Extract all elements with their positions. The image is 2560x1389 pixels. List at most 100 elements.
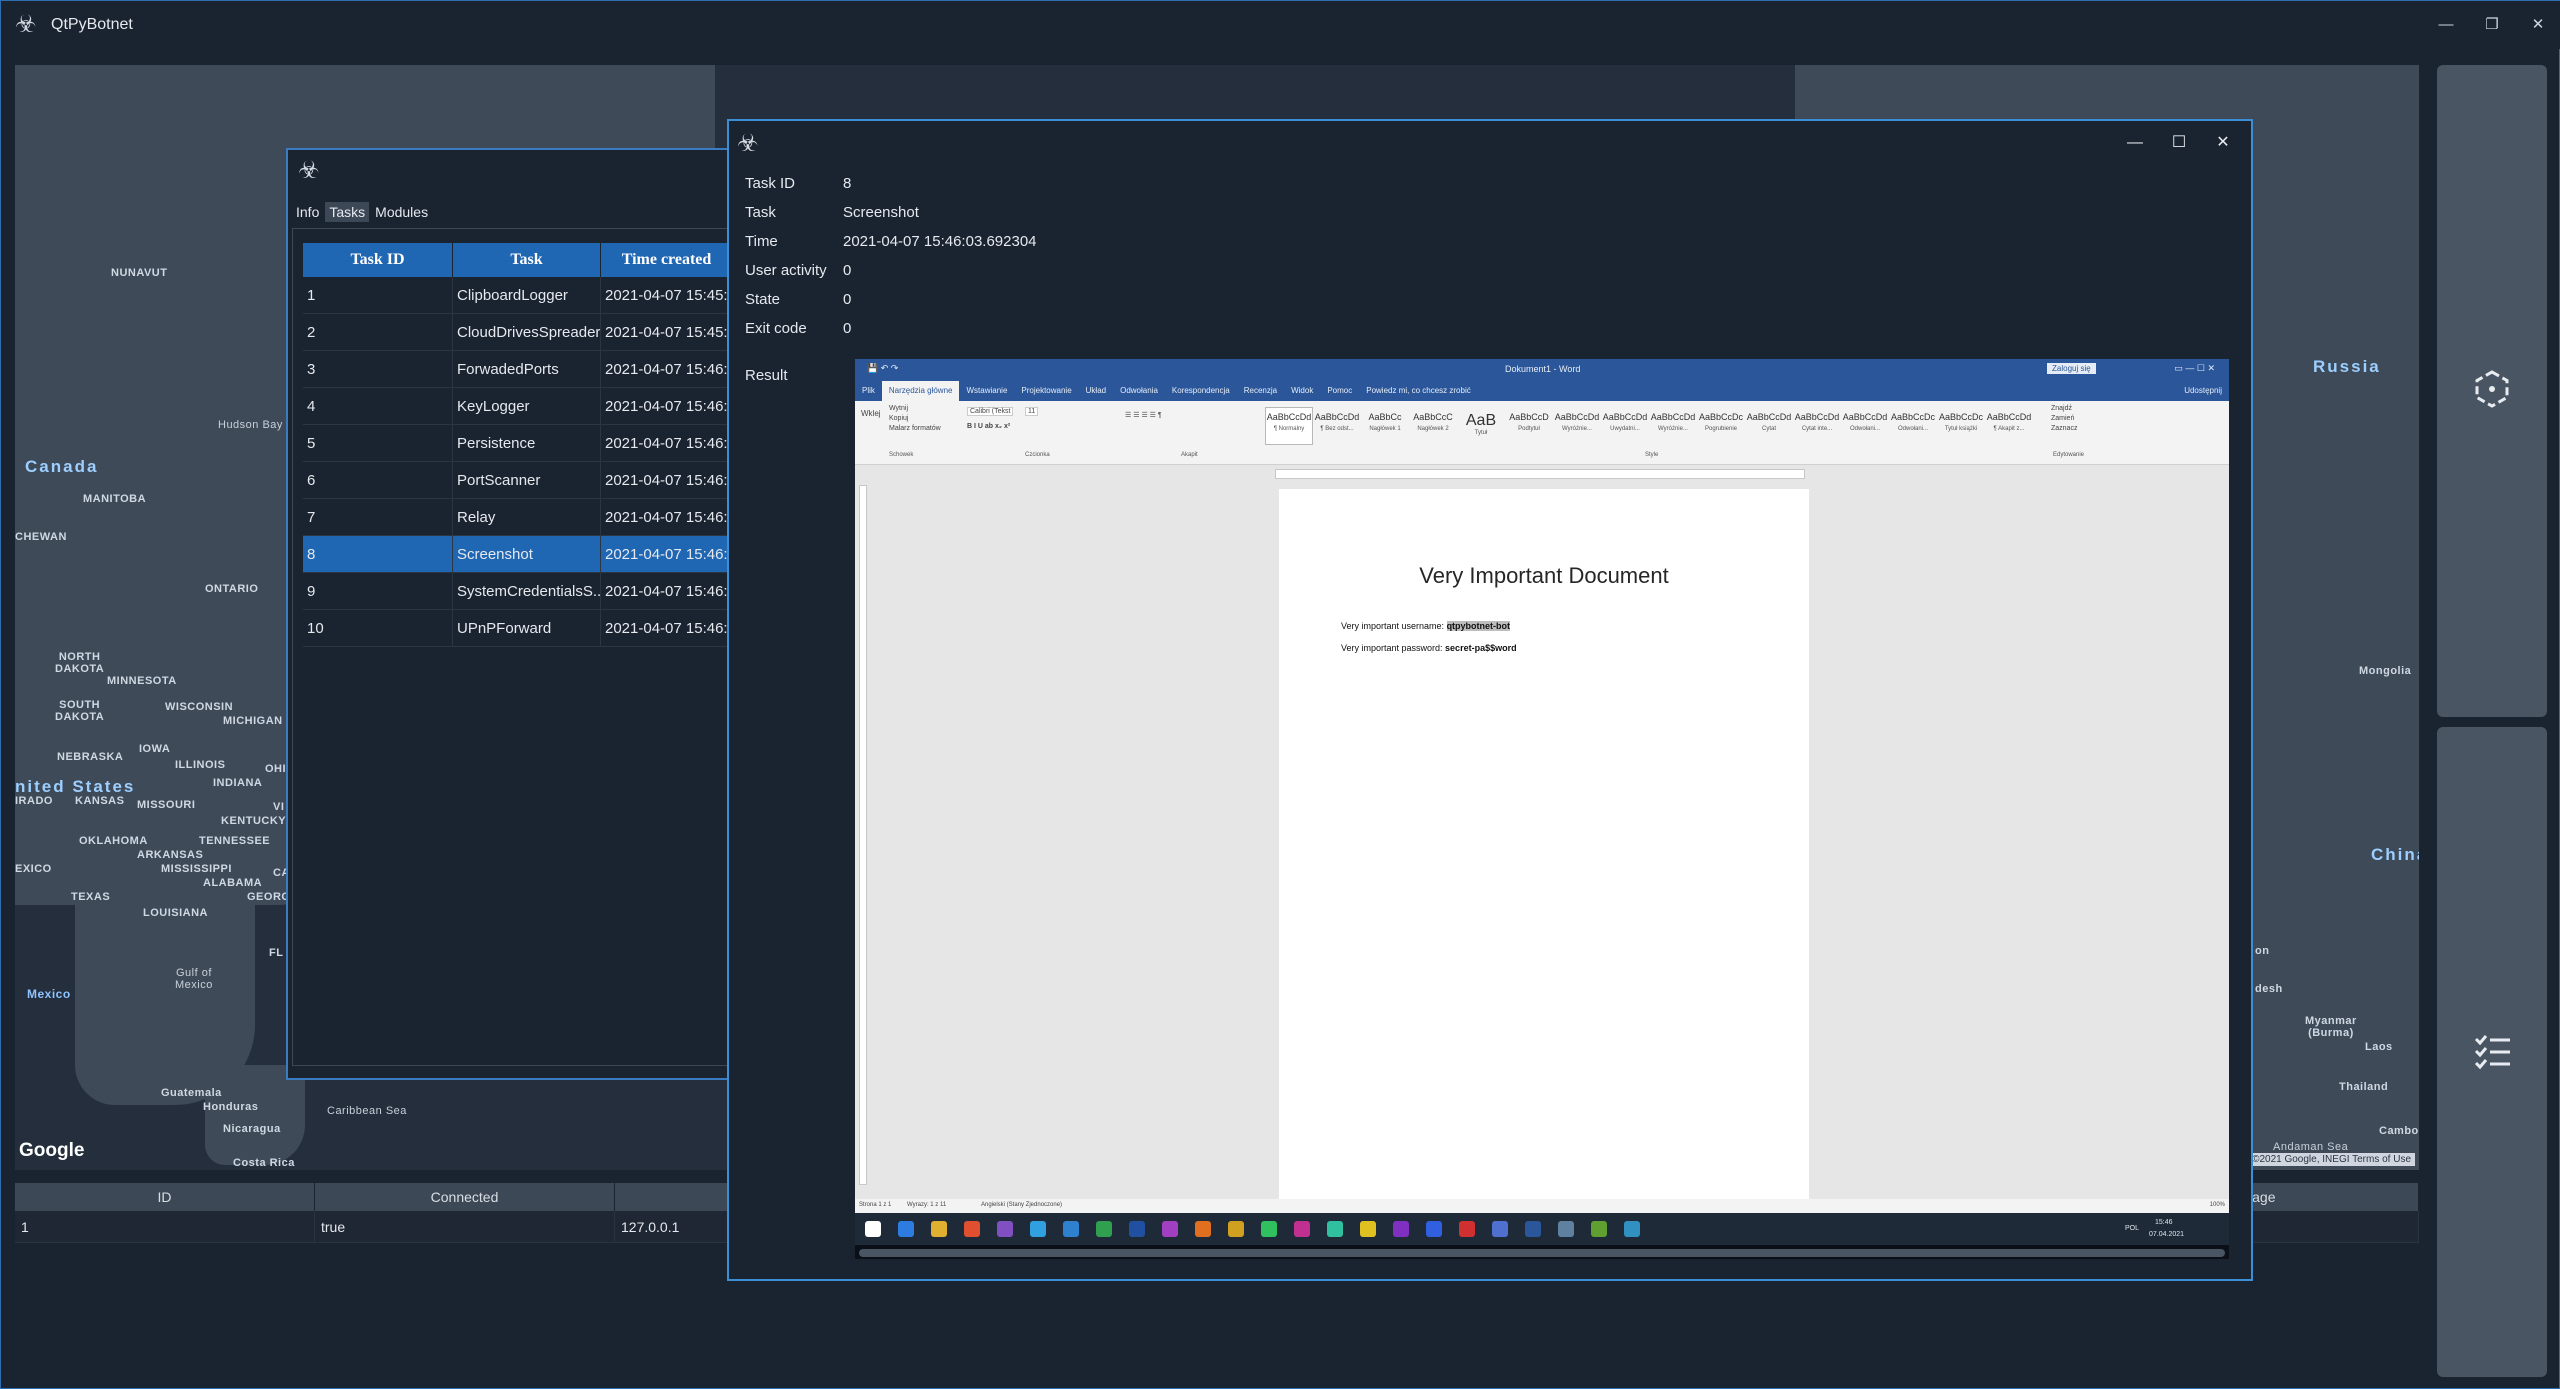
- land-central-america: [205, 1065, 305, 1165]
- horizontal-scrollbar[interactable]: [859, 1249, 2225, 1257]
- style-name: ¶ Akapit z...: [1993, 426, 2025, 432]
- restore-button[interactable]: ❐: [2469, 1, 2515, 49]
- taskbar-app-icon: [1525, 1221, 1541, 1237]
- close-button[interactable]: ✕: [2201, 125, 2245, 161]
- group-name: Akapit: [1181, 452, 1198, 458]
- taskbar-app-icon: [865, 1221, 881, 1237]
- field-key: State: [745, 291, 781, 308]
- doc-title: Very Important Document: [1419, 563, 1669, 588]
- tab-modules[interactable]: Modules: [371, 202, 432, 222]
- clients-map-panel[interactable]: [2437, 65, 2547, 717]
- map-label: LOUISIANA: [143, 907, 208, 919]
- taskbar-app-icon: [1195, 1221, 1211, 1237]
- cell: 2: [303, 314, 453, 350]
- group-name: Style: [1645, 452, 1659, 458]
- word-style: AaBbCcDd Odwołani...: [1841, 407, 1889, 445]
- taskbar-app-icon: [1261, 1221, 1277, 1237]
- close-button[interactable]: ✕: [2515, 1, 2560, 49]
- taskbar-app-icon: [1162, 1221, 1178, 1237]
- taskbar-app-icon: [1393, 1221, 1409, 1237]
- bot-info-window[interactable]: ☣ Info Tasks Modules Task ID Task Time c…: [286, 148, 736, 1080]
- cell: CloudDrivesSpreader: [453, 314, 601, 350]
- task-detail-window[interactable]: ☣ — ☐ ✕ Task ID 8 Task Screenshot Time 2021-0…: [727, 119, 2253, 1281]
- minimize-button[interactable]: —: [2423, 1, 2469, 49]
- minimize-button[interactable]: —: [2113, 125, 2157, 161]
- map-label: ILLINOIS: [175, 759, 226, 771]
- tasks-table[interactable]: Task ID Task Time created 1 ClipboardLogg…: [303, 243, 733, 647]
- table-row[interactable]: 3 ForwadedPorts 2021-04-07 15:46:: [303, 351, 733, 388]
- map-label: SOUTH DAKOTA: [55, 699, 105, 723]
- style-sample: AaBbCcDd: [1650, 412, 1696, 422]
- word-tab: Pomoc: [1327, 386, 1353, 395]
- cell: 1: [303, 277, 453, 313]
- style-name: Tytuł: [1474, 430, 1488, 436]
- table-row[interactable]: 9 SystemCredentialsS... 2021-04-07 15:46:: [303, 573, 733, 610]
- field-key: User activity: [745, 262, 827, 279]
- style-name: Tytuł książki: [1944, 426, 1978, 432]
- field-value: Screenshot: [843, 204, 919, 221]
- style-name: Cytat inte...: [1801, 426, 1833, 432]
- title-bar[interactable]: ☣ QtPyBotnet — ❐ ✕: [1, 1, 2560, 49]
- cell: 2021-04-07 15:46:: [601, 462, 733, 498]
- tray-time: 15:46: [2155, 1219, 2173, 1226]
- map-label: Nicaragua: [223, 1123, 281, 1135]
- map-label: China: [2371, 845, 2419, 864]
- doc-username-line: Very important username: qtpybotnet-bot: [1341, 621, 1511, 631]
- style-sample: AaBbCcDd: [1602, 412, 1648, 422]
- map-label: Myanmar (Burma): [2305, 1015, 2357, 1039]
- table-row[interactable]: 1 ClipboardLogger 2021-04-07 15:45:: [303, 277, 733, 314]
- cell: ClipboardLogger: [453, 277, 601, 313]
- table-row[interactable]: 6 PortScanner 2021-04-07 15:46:: [303, 462, 733, 499]
- table-row[interactable]: 8 Screenshot 2021-04-07 15:46:: [303, 536, 733, 573]
- screenshot-result[interactable]: 💾 ↶ ↷ Dokument1 - Word Zaloguj się ▭ — ☐…: [855, 359, 2229, 1259]
- field-value: 2021-04-07 15:46:03.692304: [843, 233, 1037, 250]
- map-label: INDIANA: [213, 777, 263, 789]
- hexagon-nodes-icon[interactable]: [2472, 369, 2512, 409]
- table-row[interactable]: 2 CloudDrivesSpreader 2021-04-07 15:45:: [303, 314, 733, 351]
- word-doc-title: Dokument1 - Word: [1505, 364, 1581, 374]
- map-label: MANITOBA: [83, 493, 147, 505]
- column-header[interactable]: ID: [15, 1183, 315, 1211]
- table-row[interactable]: 5 Persistence 2021-04-07 15:46:: [303, 425, 733, 462]
- word-style: AaB Tytuł: [1457, 407, 1505, 445]
- result-label: Result: [745, 367, 788, 384]
- cell: 2021-04-07 15:46:: [601, 388, 733, 424]
- map-label: OKLAHOMA: [79, 835, 148, 847]
- tasks-panel[interactable]: [2437, 727, 2547, 1377]
- word-paragraph-buttons: ☰ ☰ ☰ ☰ ¶: [1125, 412, 1162, 419]
- table-row[interactable]: 7 Relay 2021-04-07 15:46:: [303, 499, 733, 536]
- cell: 8: [303, 536, 453, 572]
- column-header[interactable]: Time created: [601, 243, 733, 277]
- tab-tasks[interactable]: Tasks: [325, 202, 370, 222]
- tab-info[interactable]: Info: [292, 202, 323, 222]
- word-document-area: Very Important Document Very important u…: [855, 465, 2229, 1199]
- cell: 2021-04-07 15:46:: [601, 536, 733, 572]
- map-attribution[interactable]: ©2021 Google, INEGI Terms of Use: [2248, 1153, 2415, 1166]
- column-header[interactable]: Task: [453, 243, 601, 277]
- doc-password-value: secret-pa$$word: [1445, 643, 1517, 653]
- style-sample: AaBbCcDc: [1698, 412, 1743, 422]
- table-row[interactable]: 10 UPnPForward 2021-04-07 15:46:: [303, 610, 733, 647]
- cell: 4: [303, 388, 453, 424]
- map-label: GEORG: [247, 891, 291, 903]
- checklist-icon[interactable]: [2472, 1031, 2512, 1071]
- style-name: Nagłówek 2: [1417, 426, 1449, 432]
- column-header[interactable]: Connected: [315, 1183, 615, 1211]
- column-header[interactable]: Task ID: [303, 243, 453, 277]
- word-style: AaBbCcDc Odwołani...: [1889, 407, 1937, 445]
- word-signin-button: Zaloguj się: [2047, 363, 2096, 374]
- word-ribbon: Wklej Wytnij Kopiuj Malarz formatów Cali…: [855, 401, 2229, 465]
- field-value: 8: [843, 175, 852, 192]
- taskbar-app-icon: [964, 1221, 980, 1237]
- map-label: OHI: [265, 763, 287, 775]
- table-row[interactable]: 4 KeyLogger 2021-04-07 15:46:: [303, 388, 733, 425]
- cell: true: [315, 1211, 615, 1242]
- biohazard-icon: ☣: [298, 157, 320, 184]
- map-label: Cambo: [2379, 1125, 2419, 1137]
- word-tab: Widok: [1291, 386, 1314, 395]
- maximize-button[interactable]: ☐: [2157, 125, 2201, 161]
- map-label: MISSOURI: [137, 799, 196, 811]
- windows-taskbar: POL 15:46 07.04.2021: [855, 1213, 2229, 1245]
- status-language: Angielski (Stany Zjednoczone): [981, 1202, 1063, 1208]
- map-label: VI: [273, 801, 285, 813]
